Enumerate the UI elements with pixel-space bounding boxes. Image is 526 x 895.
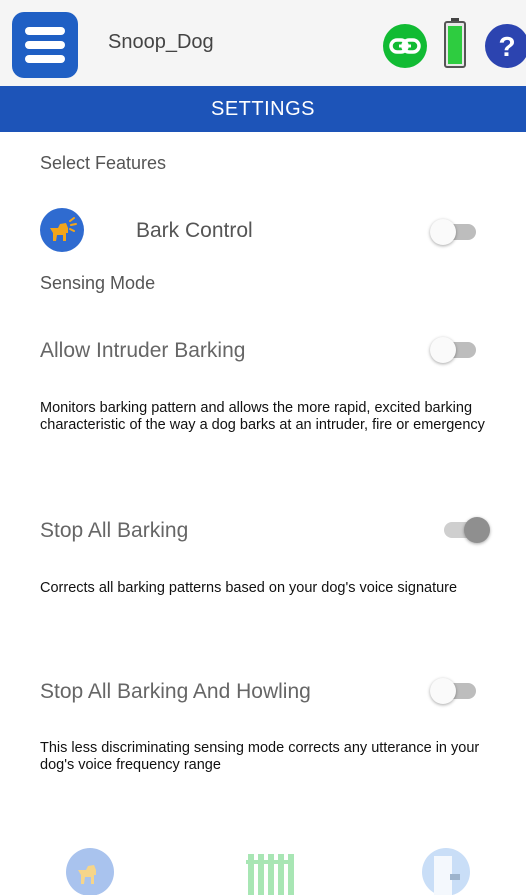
hamburger-line: [25, 55, 65, 63]
menu-button[interactable]: [12, 12, 78, 78]
link-icon[interactable]: [382, 23, 428, 69]
help-icon[interactable]: ?: [484, 23, 526, 69]
allow-intruder-barking-toggle[interactable]: [430, 336, 482, 364]
page-title: SETTINGS: [0, 86, 526, 132]
fence-icon[interactable]: [246, 848, 294, 895]
bark-dog-icon: [40, 208, 84, 252]
stop-all-barking-and-howling-label: Stop All Barking And Howling: [40, 680, 311, 703]
bark-control-toggle[interactable]: [430, 218, 482, 246]
stop-all-barking-label: Stop All Barking: [40, 519, 189, 542]
stop-all-barking-description: Corrects all barking patterns based on y…: [40, 580, 458, 596]
stop-all-barking-and-howling-toggle[interactable]: [430, 677, 482, 705]
bark-dog-icon[interactable]: [66, 848, 114, 895]
toggle-thumb: [430, 219, 456, 245]
allow-intruder-barking-label: Allow Intruder Barking: [40, 339, 246, 362]
bark-control-label: Bark Control: [136, 219, 253, 242]
stop-all-barking-toggle[interactable]: [440, 516, 492, 544]
top-bar: Snoop_Dog ?: [0, 0, 526, 86]
toggle-thumb: [464, 517, 490, 543]
toggle-thumb: [430, 678, 456, 704]
door-icon[interactable]: [422, 848, 470, 895]
device-name: Snoop_Dog: [108, 31, 214, 53]
hamburger-line: [25, 41, 65, 49]
svg-text:?: ?: [498, 31, 515, 62]
sensing-mode-label: Sensing Mode: [40, 273, 156, 293]
stop-all-barking-and-howling-description: This less discriminating sensing mode co…: [40, 740, 480, 773]
hamburger-line: [25, 27, 65, 35]
select-features-label: Select Features: [40, 153, 167, 173]
allow-intruder-barking-description: Monitors barking pattern and allows the …: [40, 400, 485, 433]
battery-icon: [444, 18, 466, 68]
toggle-thumb: [430, 337, 456, 363]
